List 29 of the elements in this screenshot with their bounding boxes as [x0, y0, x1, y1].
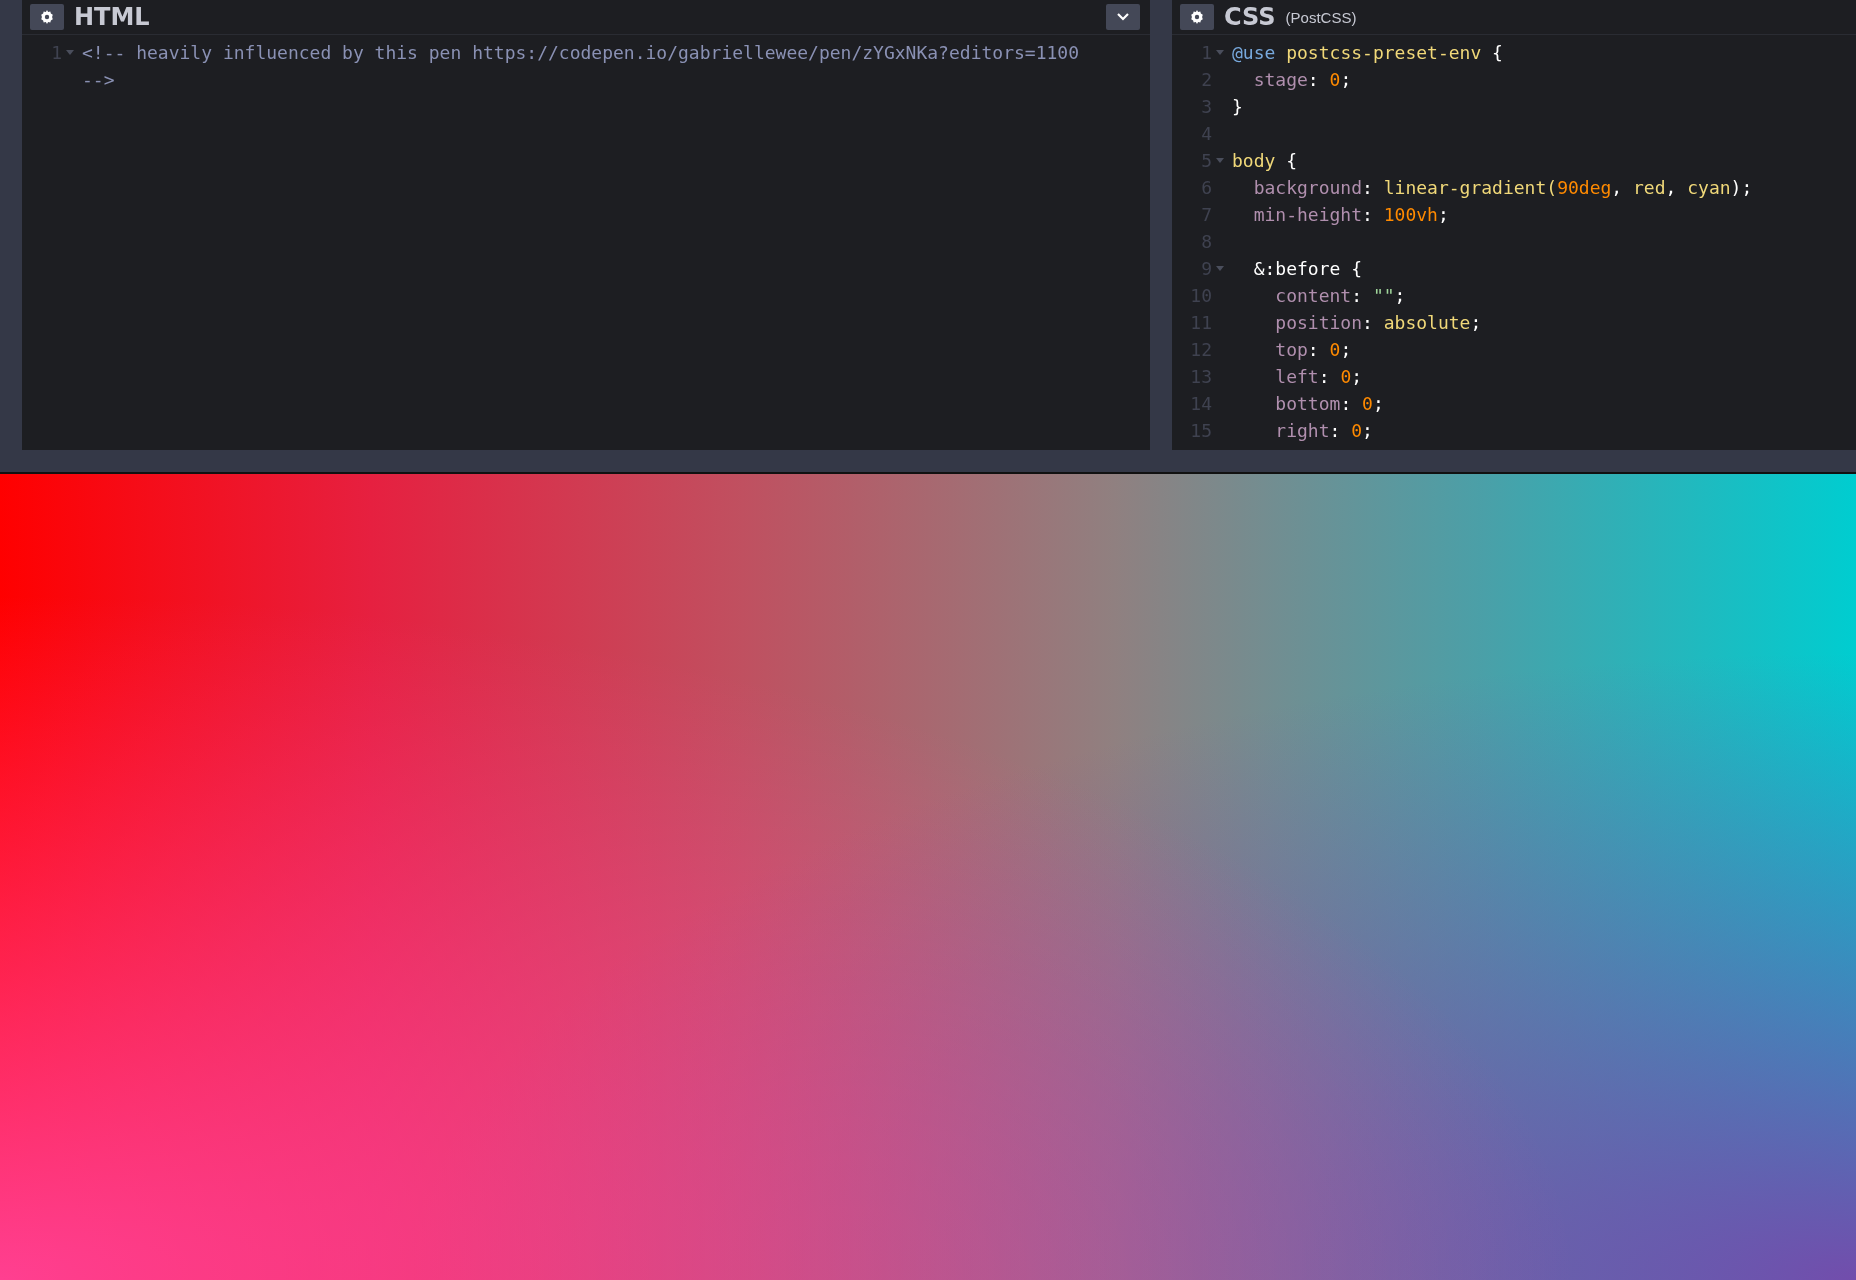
code-line: } — [1232, 96, 1243, 117]
code-line: left: 0; — [1274, 366, 1363, 387]
code-line: @use postcss-preset-env { — [1232, 42, 1503, 63]
settings-icon — [1190, 10, 1204, 24]
code-line: content: ""; — [1274, 285, 1406, 306]
fold-arrow-icon[interactable] — [1216, 49, 1224, 56]
code-line: min-height: 100vh; — [1252, 204, 1449, 225]
code-line: right: 0; — [1274, 420, 1373, 441]
fold-arrow-icon[interactable] — [66, 49, 74, 56]
code-line: <!-- heavily influenced by this pen https://codepen.io/gabriellewee/pen/zYGxNKa?editors=1100 — [82, 42, 1079, 63]
preprocessor-label: (PostCSS) — [1285, 8, 1357, 26]
settings-icon — [40, 10, 54, 24]
code-line: top: 0; — [1274, 339, 1352, 360]
code-line: --> — [82, 69, 115, 90]
editor-title: HTML — [74, 3, 150, 31]
code-line: bottom: 0; — [1274, 393, 1384, 414]
code-line: stage: 0; — [1252, 69, 1352, 90]
settings-button[interactable] — [30, 4, 64, 30]
code-line: body { — [1232, 150, 1298, 171]
editor-title: CSS — [1224, 3, 1276, 31]
fold-arrow-icon[interactable] — [1216, 265, 1224, 272]
code-line: background: linear-gradient(90deg, red, cyan); — [1252, 177, 1753, 198]
settings-button[interactable] — [1180, 4, 1214, 30]
chevron-down-icon — [1116, 12, 1130, 22]
resize-bar[interactable] — [0, 450, 1856, 474]
code-line: &:before { — [1252, 258, 1363, 279]
dropdown-button[interactable] — [1106, 4, 1140, 30]
code-line: position: absolute; — [1274, 312, 1482, 333]
fold-arrow-icon[interactable] — [1216, 157, 1224, 164]
